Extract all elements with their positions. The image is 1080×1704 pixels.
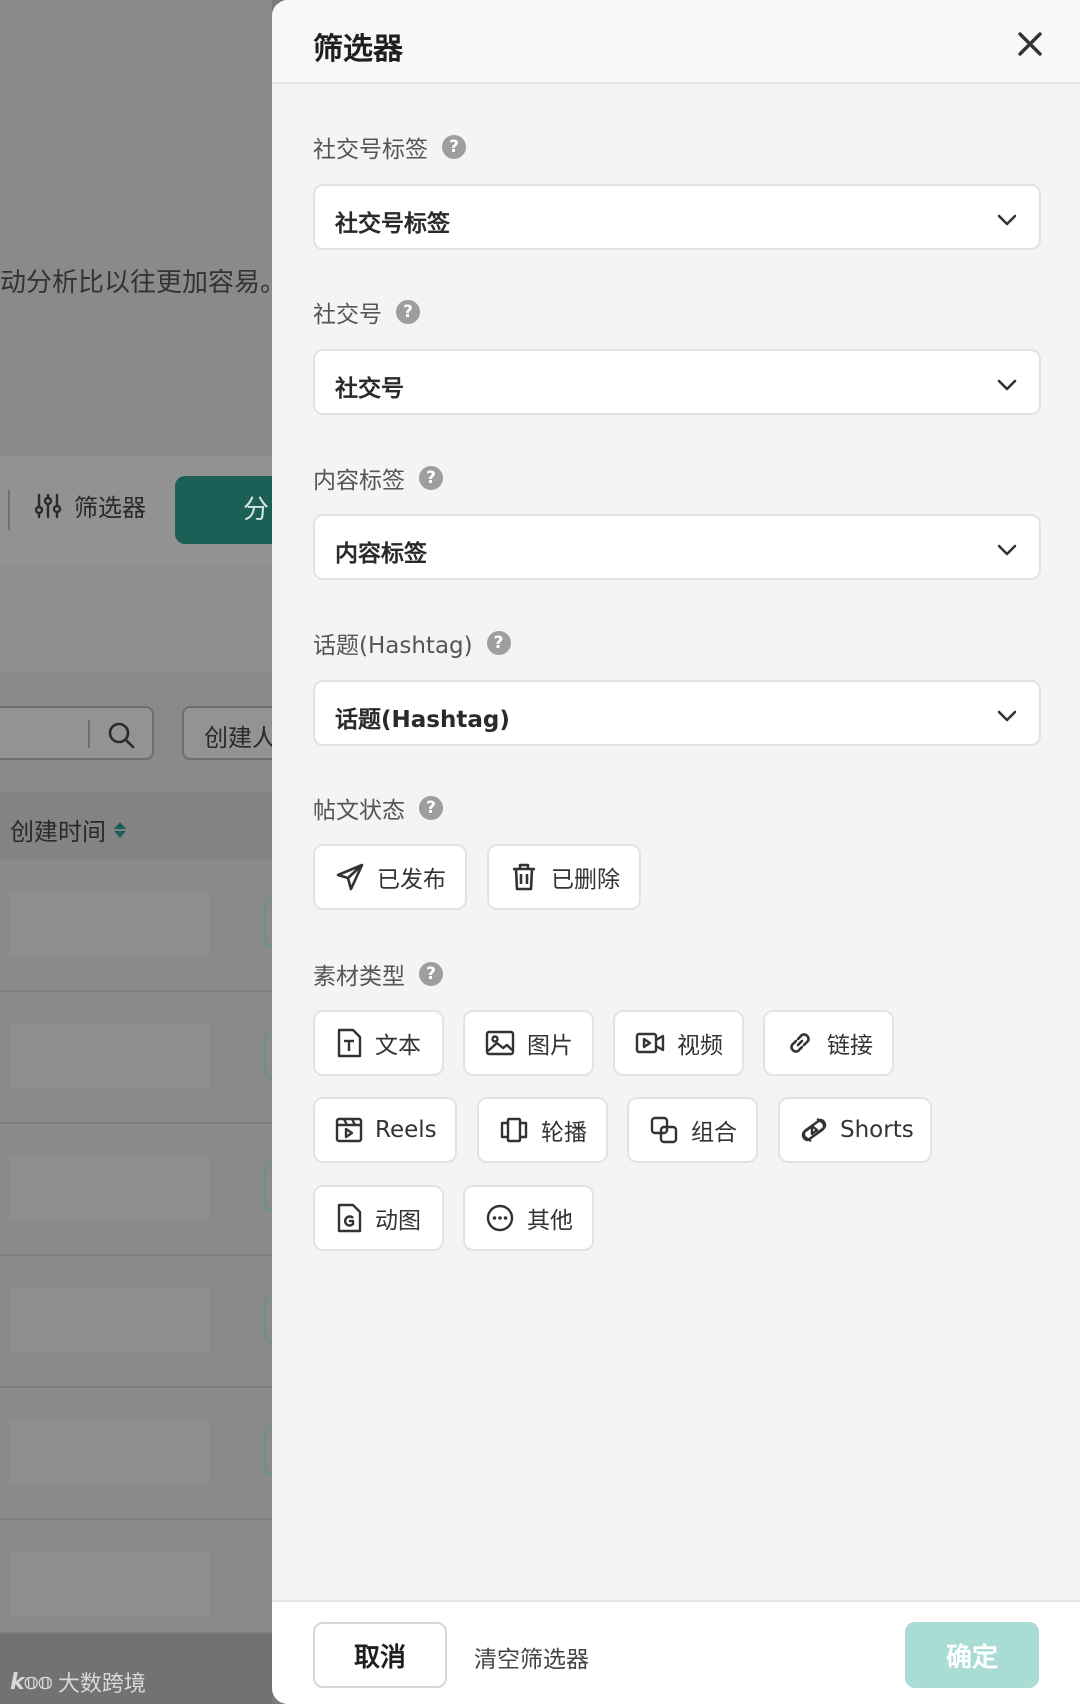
social-tag-label: 社交号标签 ? — [313, 130, 466, 164]
combine-icon — [650, 1116, 678, 1144]
chip-label: 已删除 — [551, 867, 620, 893]
creator-filter[interactable]: 创建人 — [182, 706, 272, 760]
sliders-icon — [34, 493, 62, 518]
watermark-text: 大数跨境 — [57, 1672, 146, 1697]
filter-button-label: 筛选器 — [74, 494, 146, 522]
help-icon[interactable]: ? — [419, 796, 443, 820]
select-placeholder: 话题(Hashtag) — [335, 707, 510, 733]
search-box[interactable] — [0, 706, 154, 760]
filter-drawer: 筛选器 社交号标签 ? 社交号标签 社交号 ? 社交号 内容标签 ? 内容标签 … — [272, 0, 1080, 1704]
drawer-footer: 取消 清空筛选器 确定 — [272, 1600, 1080, 1704]
material-type-label: 素材类型 ? — [313, 957, 443, 991]
type-link-chip[interactable]: 链接 — [763, 1010, 894, 1076]
table-row — [0, 1258, 272, 1388]
type-text-chip[interactable]: 文本 — [313, 1010, 444, 1076]
section-label-text: 社交号标签 — [313, 137, 428, 163]
cancel-button[interactable]: 取消 — [313, 1622, 447, 1688]
chip-label: 已发布 — [377, 867, 446, 893]
chip-label: 动图 — [375, 1208, 421, 1234]
gif-file-icon — [337, 1203, 362, 1233]
carousel-icon — [500, 1117, 528, 1143]
sort-icon[interactable] — [114, 821, 126, 838]
help-icon[interactable]: ? — [486, 631, 511, 655]
watermark: k𝕠𝕠 大数跨境 — [10, 1666, 146, 1698]
table-row — [0, 1390, 272, 1520]
section-label-text: 帖文状态 — [313, 798, 405, 824]
section-label-text: 话题(Hashtag) — [313, 633, 473, 659]
search-icon[interactable] — [106, 720, 136, 750]
chip-label: 组合 — [691, 1120, 737, 1146]
type-image-chip[interactable]: 图片 — [463, 1010, 594, 1076]
table-row — [0, 994, 272, 1124]
reels-icon — [335, 1117, 363, 1143]
text-file-icon — [337, 1028, 362, 1058]
shorts-icon — [801, 1117, 827, 1143]
chip-label: 链接 — [827, 1033, 873, 1059]
help-icon[interactable]: ? — [442, 135, 466, 159]
video-icon — [635, 1032, 665, 1054]
more-icon — [486, 1204, 514, 1232]
open-filter-button[interactable]: 筛选器 — [34, 488, 146, 523]
drawer-header: 筛选器 — [272, 0, 1080, 84]
chip-label: Shorts — [840, 1117, 914, 1143]
chip-label: 图片 — [527, 1033, 573, 1059]
chip-label: 文本 — [375, 1033, 421, 1059]
chip-label: Reels — [375, 1117, 437, 1143]
search-divider — [88, 720, 90, 748]
toolbar-divider — [8, 490, 10, 530]
primary-action-button[interactable]: 分 — [175, 476, 272, 544]
type-reels-chip[interactable]: Reels — [313, 1097, 457, 1163]
type-gif-chip[interactable]: 动图 — [313, 1185, 444, 1251]
social-account-select[interactable]: 社交号 — [313, 349, 1041, 415]
chevron-down-icon — [997, 544, 1017, 556]
select-placeholder: 社交号标签 — [335, 211, 450, 237]
chip-label: 视频 — [677, 1033, 723, 1059]
help-icon[interactable]: ? — [419, 466, 443, 490]
type-video-chip[interactable]: 视频 — [613, 1010, 744, 1076]
type-other-chip[interactable]: 其他 — [463, 1185, 594, 1251]
section-label-text: 内容标签 — [313, 468, 405, 494]
created-time-column[interactable]: 创建时间 — [10, 812, 126, 847]
hashtag-select[interactable]: 话题(Hashtag) — [313, 680, 1041, 746]
chip-label: 轮播 — [541, 1120, 587, 1146]
content-band — [0, 564, 272, 672]
send-icon — [336, 863, 364, 891]
background-page: 动分析比以往更加容易。 筛选器 分 创建人 创建时间 k𝕠𝕠 大数跨境 — [0, 0, 272, 1704]
page-description: 动分析比以往更加容易。 — [0, 268, 272, 298]
status-published-chip[interactable]: 已发布 — [313, 844, 467, 910]
trash-icon — [513, 863, 535, 891]
help-icon[interactable]: ? — [396, 300, 420, 324]
image-icon — [485, 1030, 515, 1056]
content-tag-select[interactable]: 内容标签 — [313, 514, 1041, 580]
select-placeholder: 社交号 — [335, 376, 404, 402]
type-combo-chip[interactable]: 组合 — [627, 1097, 758, 1163]
status-deleted-chip[interactable]: 已删除 — [487, 844, 641, 910]
close-icon[interactable] — [1012, 26, 1048, 62]
chevron-down-icon — [997, 710, 1017, 722]
type-carousel-chip[interactable]: 轮播 — [477, 1097, 608, 1163]
social-tag-select[interactable]: 社交号标签 — [313, 184, 1041, 250]
drawer-title: 筛选器 — [313, 32, 403, 67]
clear-filters-button[interactable]: 清空筛选器 — [474, 1640, 589, 1674]
content-tag-label: 内容标签 ? — [313, 461, 443, 495]
watermark-logo: k𝕠𝕠 — [10, 1669, 53, 1695]
social-account-label: 社交号 ? — [313, 295, 420, 329]
help-icon[interactable]: ? — [419, 962, 443, 986]
select-placeholder: 内容标签 — [335, 541, 427, 567]
link-icon — [790, 1033, 810, 1053]
chip-label: 其他 — [527, 1208, 573, 1234]
post-status-label: 帖文状态 ? — [313, 791, 443, 825]
hashtag-label: 话题(Hashtag) ? — [313, 626, 511, 660]
table-row — [0, 862, 272, 992]
type-shorts-chip[interactable]: Shorts — [778, 1097, 932, 1163]
column-label: 创建时间 — [10, 818, 106, 846]
section-label-text: 素材类型 — [313, 964, 405, 990]
table-row — [0, 1126, 272, 1256]
confirm-button[interactable]: 确定 — [905, 1622, 1039, 1688]
section-label-text: 社交号 — [313, 302, 382, 328]
table-row — [0, 1522, 272, 1634]
chevron-down-icon — [997, 214, 1017, 226]
chevron-down-icon — [997, 379, 1017, 391]
